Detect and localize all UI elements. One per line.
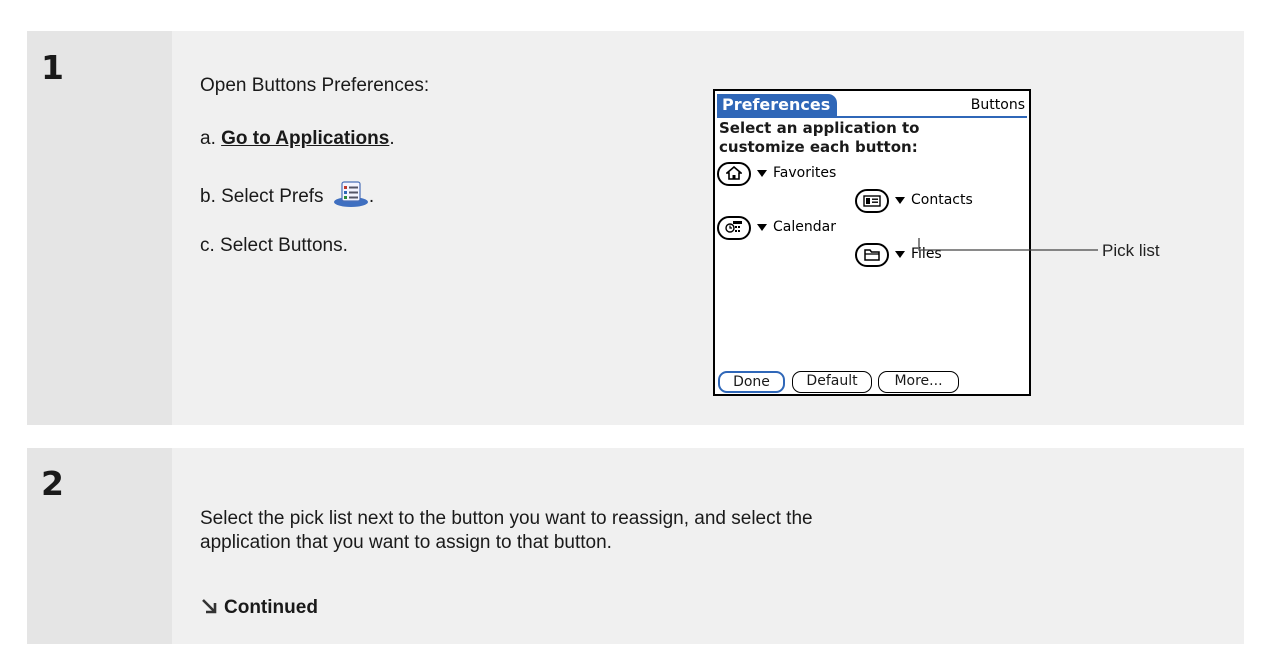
continued-label: Continued [224, 597, 318, 618]
chevron-down-icon [757, 169, 767, 177]
contacts-pick-list[interactable]: Contacts [895, 191, 973, 209]
item-b-suffix: . [368, 186, 375, 207]
title-rule [717, 116, 1027, 118]
item-a-suffix: . [389, 128, 395, 149]
files-button[interactable] [855, 243, 889, 267]
home-icon [724, 165, 744, 184]
more-button[interactable]: More... [878, 371, 959, 393]
pick-list-value: Favorites [773, 165, 837, 181]
pick-list-callout-line [918, 238, 1098, 251]
go-to-applications-link[interactable]: Go to Applications [221, 128, 389, 149]
chevron-down-icon [757, 223, 767, 231]
item-a-prefix: a. [200, 128, 222, 149]
done-button[interactable]: Done [718, 371, 785, 393]
arrow-down-right-icon [200, 597, 218, 621]
continued-link[interactable]: Continued [200, 597, 318, 621]
home-button[interactable] [717, 162, 751, 186]
calendar-pick-list[interactable]: Calendar [757, 218, 836, 236]
default-button[interactable]: Default [792, 371, 872, 393]
calendar-button[interactable] [717, 216, 751, 240]
screen-section-name: Buttons [970, 97, 1025, 113]
contacts-button[interactable] [855, 189, 889, 213]
step-1-item-c: c. Select Buttons. [200, 235, 348, 256]
step-1-item-b: b. Select Prefs . [200, 180, 374, 214]
contacts-icon [863, 192, 881, 211]
instruction-line-2: customize each button: [719, 138, 918, 156]
chevron-down-icon [895, 250, 905, 258]
pick-list-callout-label: Pick list [1102, 241, 1160, 260]
step-number: 1 [41, 48, 64, 87]
prefs-icon [333, 180, 369, 214]
item-b-text: b. Select Prefs [200, 186, 324, 207]
pick-list-value: Calendar [773, 219, 836, 235]
calendar-icon [725, 219, 743, 238]
favorites-pick-list[interactable]: Favorites [757, 164, 836, 182]
chevron-down-icon [895, 196, 905, 204]
step-1-heading: Open Buttons Preferences: [200, 75, 430, 96]
step-2-line-2: application that you want to assign to t… [200, 532, 612, 553]
step-1-item-a: a. Go to Applications. [200, 127, 395, 150]
pick-list-value: Contacts [911, 192, 973, 208]
instruction-line-1: Select an application to [719, 119, 920, 137]
files-icon [864, 246, 880, 265]
screen-title: Preferences [717, 94, 838, 116]
step-number: 2 [41, 464, 64, 503]
step-2-line-1: Select the pick list next to the button … [200, 508, 813, 529]
